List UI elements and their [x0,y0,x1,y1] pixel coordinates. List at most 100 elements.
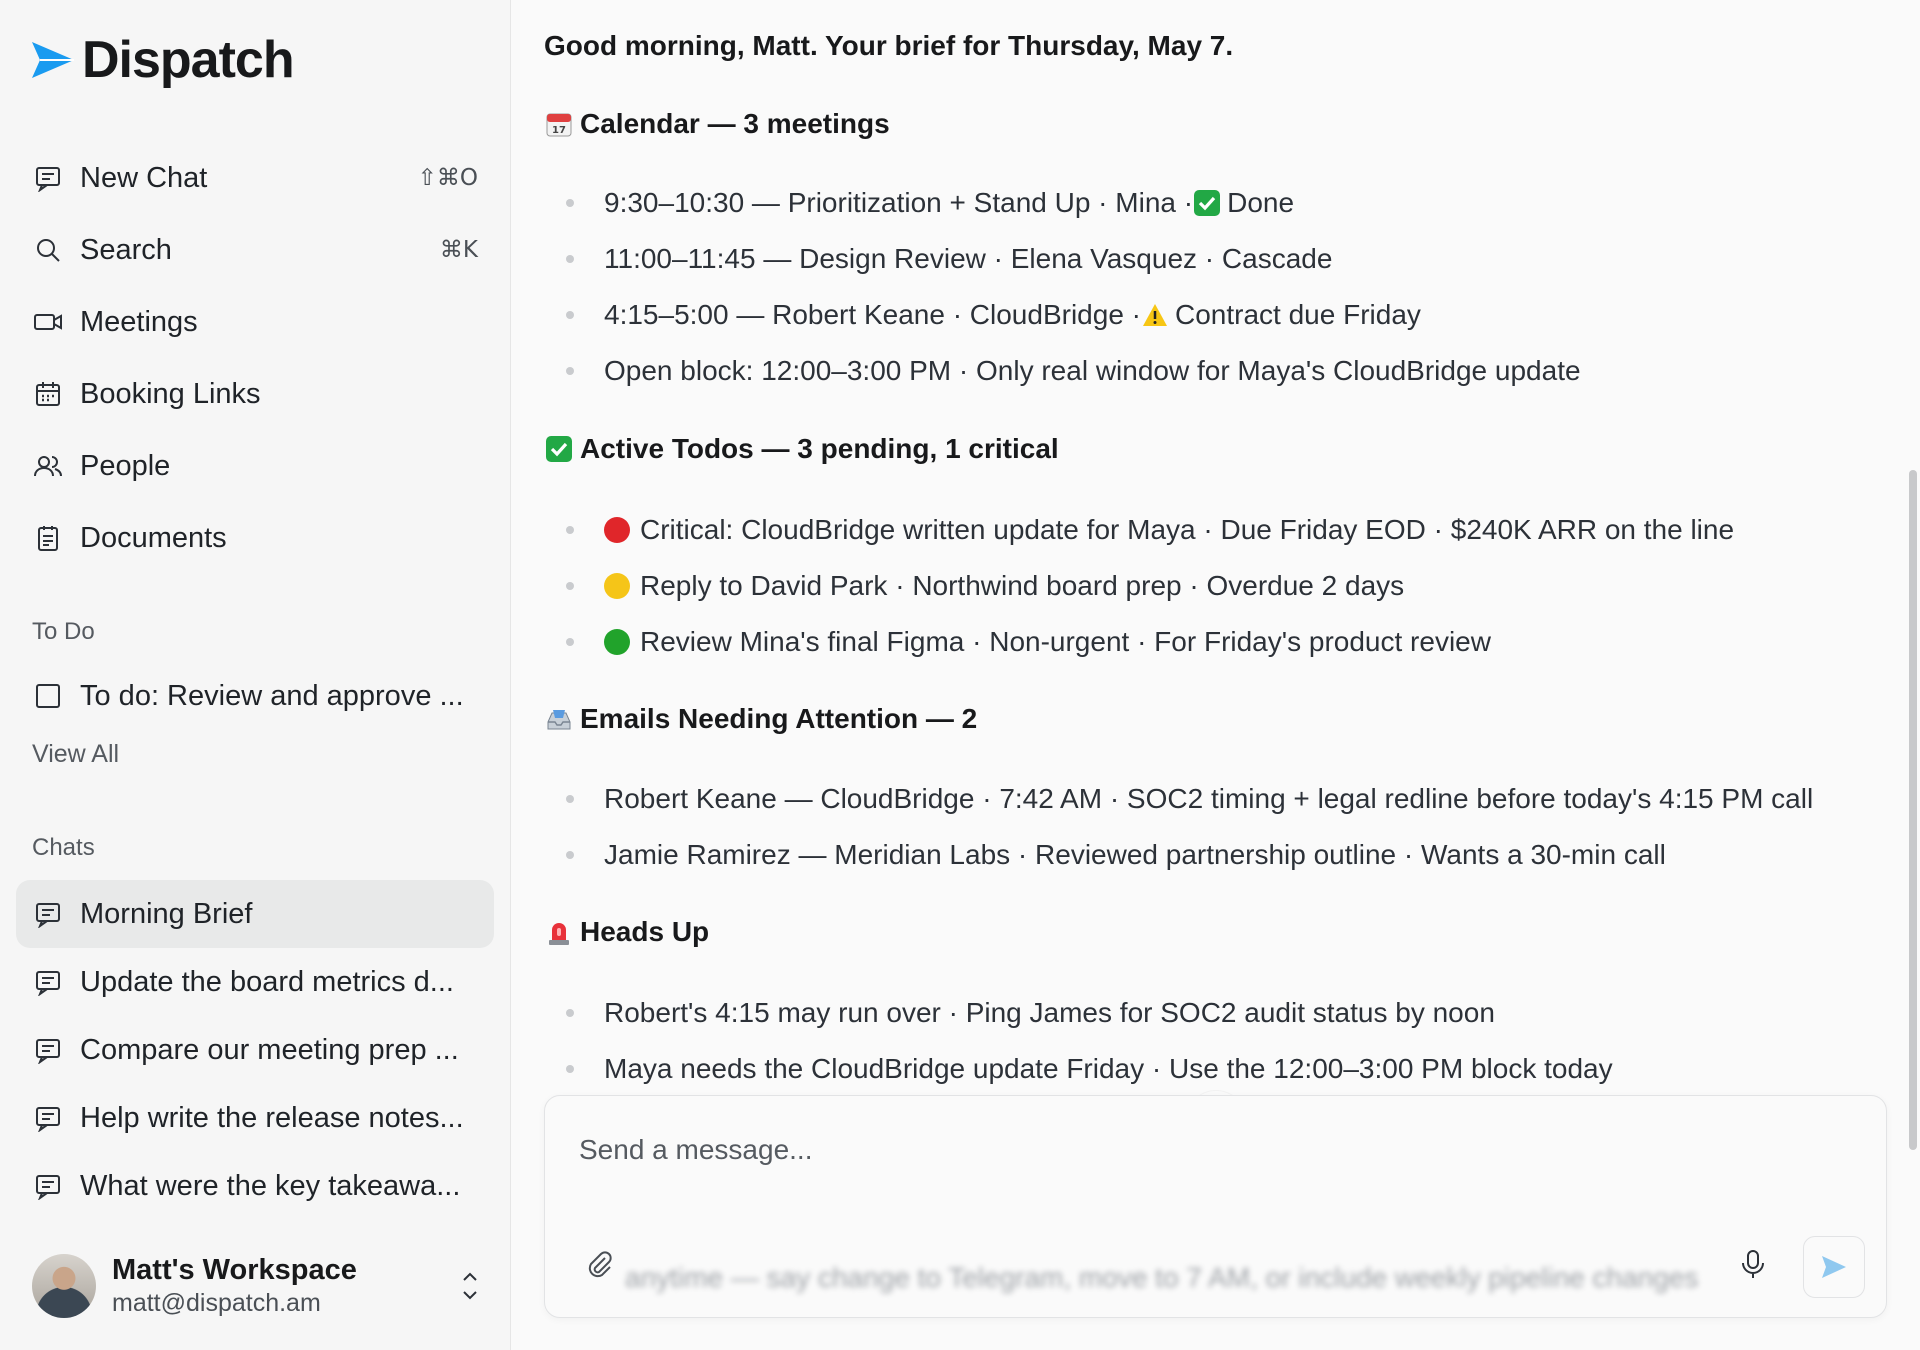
heads-up-heading: Heads Up [544,916,709,948]
inbox-tray-icon [544,704,574,734]
bullet-dot [566,1009,574,1017]
list-item: 11:00–11:45 — Design Review · Elena Vasq… [566,243,1332,275]
workspace-switcher[interactable]: Matt's Workspace matt@dispatch.am [32,1253,482,1319]
shortcut-badge: ⌘K [439,237,478,263]
bullet-dot [566,199,574,207]
view-all-link[interactable]: View All [32,740,119,769]
chat-item[interactable]: What were the key takeawa... [16,1152,494,1220]
bullet-dot [566,367,574,375]
check-mark-icon [1193,189,1221,217]
item-suffix: Done [1227,187,1295,218]
message-composer: anytime — say change to Telegram, move t… [544,1095,1887,1318]
nav-label: Documents [80,521,227,554]
list-item: Reply to David Park · Northwind board pr… [566,570,1404,602]
calendar-heading: 17 Calendar — 3 meetings [544,108,890,140]
nav-search[interactable]: Search ⌘K [16,214,494,286]
chat-item[interactable]: Update the board metrics d... [16,948,494,1016]
item-text: Jamie Ramirez — Meridian Labs · Reviewed… [604,839,1666,870]
workspace-name: Matt's Workspace [112,1254,357,1286]
chat-item[interactable]: Compare our meeting prep ... [16,1016,494,1084]
svg-text:17: 17 [552,125,566,136]
video-icon [32,306,64,338]
chat-icon [32,898,64,930]
microphone-icon[interactable] [1737,1248,1769,1280]
nav-new-chat[interactable]: New Chat ⇧⌘O [16,142,494,214]
chat-icon [32,966,64,998]
yellow-circle-icon [604,573,630,599]
nav-people[interactable]: People [16,430,494,502]
search-icon [32,234,64,266]
chat-item[interactable]: Help write the release notes... [16,1084,494,1152]
todo-section-label: To Do [32,618,95,645]
checkbox-icon[interactable] [32,680,64,712]
item-text: Reply to David Park · Northwind board pr… [640,570,1405,601]
people-icon [32,450,64,482]
nav-booking-links[interactable]: Booking Links [16,358,494,430]
nav-label: New Chat [80,161,208,194]
chat-icon [32,1102,64,1134]
chat-label: Compare our meeting prep ... [80,1033,459,1066]
paperclip-icon[interactable] [583,1248,615,1280]
avatar [32,1254,96,1318]
sidebar: Dispatch New Chat ⇧⌘O Search ⌘K Meetings… [0,0,511,1350]
list-item: 9:30–10:30 — Prioritization + Stand Up ·… [566,187,1294,219]
chat-label: Update the board metrics d... [80,965,454,998]
bullet-dot [566,1065,574,1073]
list-item: Jamie Ramirez — Meridian Labs · Reviewed… [566,839,1666,871]
chat-label: Morning Brief [80,897,253,930]
heading-text: Heads Up [580,916,710,947]
list-item: Robert Keane — CloudBridge · 7:42 AM · S… [566,783,1813,815]
todo-label: To do: Review and approve ... [80,679,464,712]
main-nav: New Chat ⇧⌘O Search ⌘K Meetings Booking … [16,142,494,574]
item-text: 11:00–11:45 — Design Review · Elena Vasq… [604,243,1333,274]
chat-label: What were the key takeawa... [80,1169,461,1202]
bullet-dot [566,311,574,319]
document-icon [32,522,64,554]
nav-label: People [80,449,171,482]
nav-documents[interactable]: Documents [16,502,494,574]
chat-icon [32,162,64,194]
bullet-dot [566,795,574,803]
chat-list: Morning Brief Update the board metrics d… [16,880,494,1220]
green-circle-icon [604,629,630,655]
chevron-up-down-icon[interactable] [458,1266,482,1306]
warning-icon [1141,301,1169,329]
item-suffix: Contract due Friday [1175,299,1421,330]
composer-hint: anytime — say change to Telegram, move t… [625,1262,1699,1293]
list-item: Maya needs the CloudBridge update Friday… [566,1053,1613,1085]
item-text: Critical: CloudBridge written update for… [640,514,1735,545]
item-text: Maya needs the CloudBridge update Friday… [604,1053,1613,1084]
item-text: Open block: 12:00–3:00 PM · Only real wi… [604,355,1581,386]
bullet-dot [566,851,574,859]
nav-label: Meetings [80,305,198,338]
workspace-email: matt@dispatch.am [112,1289,321,1317]
message-input[interactable] [579,1134,1779,1166]
todo-item[interactable]: To do: Review and approve ... [16,664,494,728]
scrollbar[interactable] [1909,470,1917,1150]
list-item: Critical: CloudBridge written update for… [566,514,1734,546]
todos-heading: Active Todos — 3 pending, 1 critical [544,433,1059,465]
paper-plane-icon [32,42,74,78]
heading-text: Emails Needing Attention — 2 [580,703,978,734]
nav-label: Search [80,233,172,266]
send-button[interactable] [1803,1236,1865,1298]
check-mark-icon [544,434,574,464]
chat-item-morning-brief[interactable]: Morning Brief [16,880,494,948]
list-item: Open block: 12:00–3:00 PM · Only real wi… [566,355,1581,387]
list-item: 4:15–5:00 — Robert Keane · CloudBridge ·… [566,299,1421,331]
item-text: Robert's 4:15 may run over · Ping James … [604,997,1495,1028]
shortcut-badge: ⇧⌘O [417,165,478,191]
heading-text: Active Todos — 3 pending, 1 critical [580,433,1059,464]
chat-label: Help write the release notes... [80,1101,464,1134]
chat-icon [32,1170,64,1202]
red-circle-icon [604,517,630,543]
nav-label: Booking Links [80,377,261,410]
heading-text: Calendar — 3 meetings [580,108,890,139]
siren-icon [544,917,574,947]
emails-heading: Emails Needing Attention — 2 [544,703,977,735]
brand-logo[interactable]: Dispatch [30,30,295,90]
chat-icon [32,1034,64,1066]
brief-greeting: Good morning, Matt. Your brief for Thurs… [544,30,1234,61]
bullet-dot [566,255,574,263]
nav-meetings[interactable]: Meetings [16,286,494,358]
